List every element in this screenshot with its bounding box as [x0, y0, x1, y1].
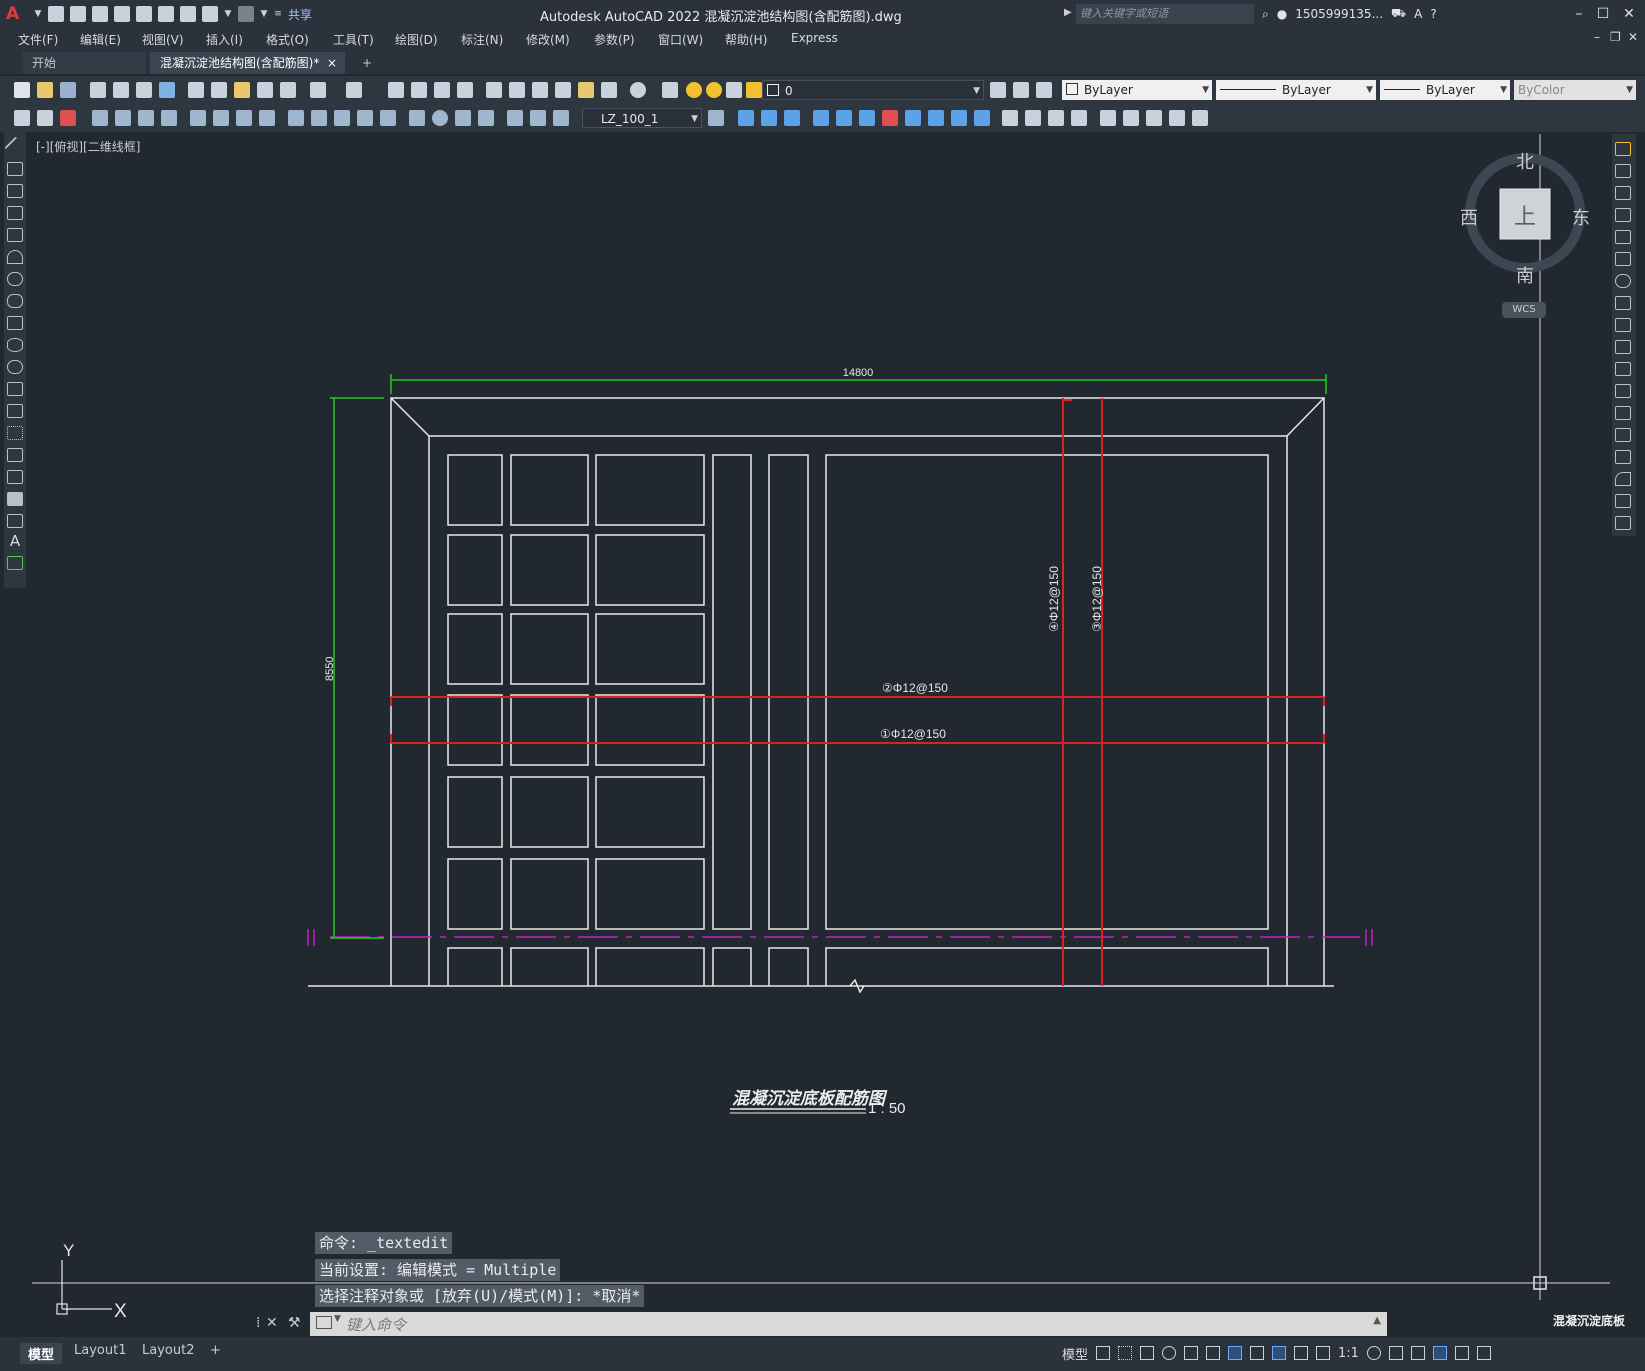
- auto-scale-icon[interactable]: [1294, 1346, 1309, 1360]
- annotation-visibility-icon[interactable]: [1272, 1346, 1287, 1360]
- dimension-lines: [330, 374, 1327, 939]
- drawing-scale[interactable]: 1 : 50: [868, 1100, 906, 1117]
- tab-layout1[interactable]: Layout1: [74, 1343, 126, 1358]
- slab-outline: [308, 397, 1334, 987]
- command-history-line-1: 命令: _textedit: [315, 1232, 453, 1254]
- command-history-line-3: 选择注释对象或 [放弃(U)/模式(M)]: *取消*: [315, 1285, 645, 1307]
- rebar-4-label[interactable]: ④Φ12@150: [1047, 566, 1061, 632]
- drawing-title[interactable]: 混凝沉淀底板配筋图: [732, 1089, 888, 1108]
- close-command-icon[interactable]: ✕: [266, 1315, 278, 1331]
- rebar-1-label[interactable]: ①Φ12@150: [880, 727, 946, 741]
- corner-drawing-text: 混凝沉淀底板: [1553, 1314, 1626, 1328]
- ortho-icon[interactable]: [1140, 1346, 1155, 1360]
- gear-icon[interactable]: [1366, 1346, 1381, 1360]
- tab-layout2[interactable]: Layout2: [142, 1343, 194, 1358]
- command-prompt-icon[interactable]: [316, 1316, 332, 1329]
- grid-icon[interactable]: [1096, 1346, 1111, 1360]
- ucs-y-label: Y: [63, 1241, 74, 1260]
- dimension-height-text[interactable]: 8550: [324, 657, 336, 681]
- command-history-line-2: 当前设置: 编辑模式 = Multiple: [315, 1259, 561, 1281]
- add-layout-button[interactable]: +: [210, 1343, 221, 1358]
- rebar-lines: [390, 398, 1325, 986]
- snap-icon[interactable]: [1118, 1346, 1133, 1360]
- clean-screen-icon[interactable]: [1454, 1346, 1469, 1360]
- drawing-svg: 14800 8550 ②Φ12@150 ①Φ12@150 ④Φ12@150 ③Φ…: [32, 134, 1610, 1322]
- command-input-placeholder: 键入命令: [346, 1316, 407, 1334]
- isolate-objects-icon[interactable]: [1410, 1346, 1425, 1360]
- compass-north[interactable]: 北: [1516, 148, 1534, 174]
- compass-south[interactable]: 南: [1516, 262, 1534, 288]
- customization-menu-icon[interactable]: [1476, 1346, 1491, 1360]
- object-snap-icon[interactable]: [1228, 1346, 1243, 1360]
- annotation-scale-icon[interactable]: [1316, 1346, 1331, 1360]
- customize-wrench-icon[interactable]: ⚒: [288, 1315, 301, 1331]
- object-track-icon[interactable]: [1206, 1346, 1221, 1360]
- ucs-icon: [56, 1260, 112, 1315]
- rebar-3-label[interactable]: ③Φ12@150: [1090, 566, 1104, 632]
- chevron-down-icon[interactable]: ▼: [334, 1314, 341, 1324]
- ucs-x-label: X: [114, 1301, 127, 1322]
- plus-icon[interactable]: [1388, 1346, 1403, 1360]
- drag-handle-icon[interactable]: ⁞: [256, 1315, 260, 1331]
- wcs-menu[interactable]: WCS: [1502, 302, 1546, 318]
- command-input[interactable]: ▼ 键入命令 ▲: [310, 1312, 1387, 1336]
- hardware-acceleration-icon[interactable]: [1432, 1346, 1447, 1360]
- chevron-up-icon[interactable]: ▲: [1373, 1315, 1381, 1326]
- rebar-2-label[interactable]: ②Φ12@150: [882, 681, 948, 695]
- grid-cells: [447, 454, 1269, 994]
- tab-model[interactable]: 模型: [20, 1343, 63, 1364]
- polar-icon[interactable]: [1162, 1346, 1177, 1360]
- status-bar: 模型 1:1: [1062, 1338, 1491, 1368]
- dimension-width-text[interactable]: 14800: [843, 367, 874, 379]
- annotation-scale-value[interactable]: 1:1: [1338, 1346, 1359, 1361]
- isodraft-icon[interactable]: [1184, 1346, 1199, 1360]
- lineweight-icon[interactable]: [1250, 1346, 1265, 1360]
- compass-east[interactable]: 东: [1572, 204, 1590, 230]
- model-space-button[interactable]: 模型: [1062, 1344, 1088, 1363]
- compass-west[interactable]: 西: [1460, 204, 1478, 230]
- viewcube-face-label: 上: [1514, 205, 1536, 230]
